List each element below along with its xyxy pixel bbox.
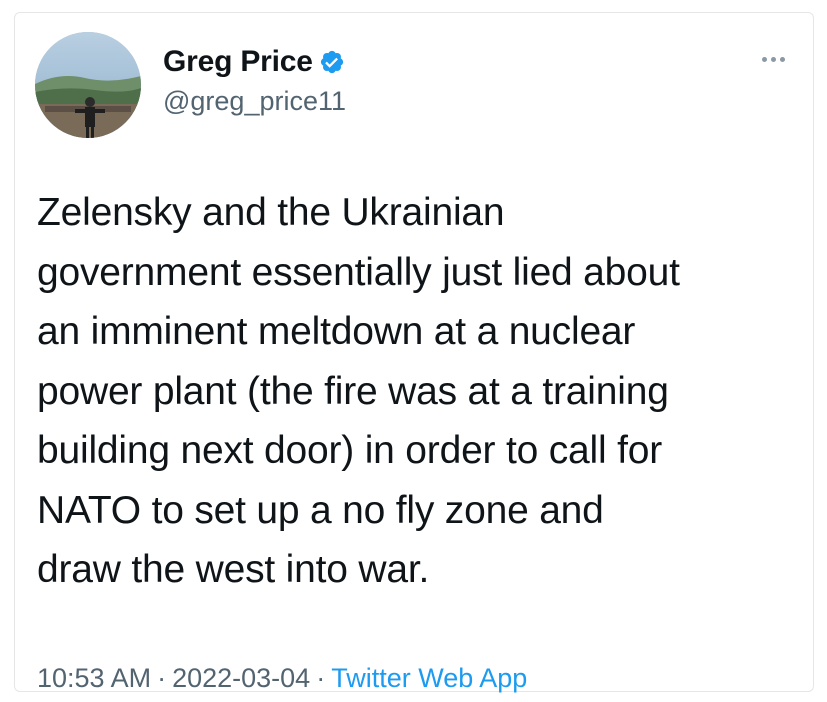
meta-separator: ·	[316, 663, 326, 693]
tweet-text: Zelensky and the Ukrainian government es…	[37, 183, 797, 600]
author-info: Greg Price @greg_price11	[163, 43, 346, 119]
tweet-text-line: building next door) in order to call for	[37, 429, 663, 472]
tweet-text-line: an imminent meltdown at a nuclear	[37, 310, 636, 353]
more-dot	[762, 57, 767, 62]
more-dot	[780, 57, 785, 62]
more-dot	[771, 57, 776, 62]
tweet-source-link[interactable]: Twitter Web App	[331, 663, 527, 693]
avatar[interactable]	[35, 32, 141, 138]
tweet-text-line: draw the west into war.	[37, 548, 430, 591]
tweet-text-line: NATO to set up a no fly zone and	[37, 488, 604, 532]
tweet-text-line: government essentially just lied about	[37, 250, 680, 294]
tweet-card: Greg Price @greg_price11 Zelensky and th…	[14, 12, 814, 695]
name-row: Greg Price	[163, 43, 346, 81]
display-name[interactable]: Greg Price	[163, 43, 313, 81]
verified-badge-icon	[320, 50, 343, 74]
profile-photo-icon	[35, 32, 141, 138]
tweet-text-line: Zelensky and the Ukrainian	[37, 191, 505, 234]
tweet-header: Greg Price @greg_price11	[35, 25, 793, 145]
user-handle[interactable]: @greg_price11	[163, 83, 346, 119]
tweet-time[interactable]: 10:53 AM	[37, 663, 151, 693]
more-options-icon[interactable]	[762, 57, 785, 62]
tweet-meta: 10:53 AM · 2022-03-04 · Twitter Web App	[37, 661, 527, 695]
tweet-date[interactable]: 2022-03-04	[172, 663, 310, 693]
tweet-text-line: power plant (the fire was at a training	[37, 369, 669, 413]
meta-separator: ·	[157, 663, 167, 693]
